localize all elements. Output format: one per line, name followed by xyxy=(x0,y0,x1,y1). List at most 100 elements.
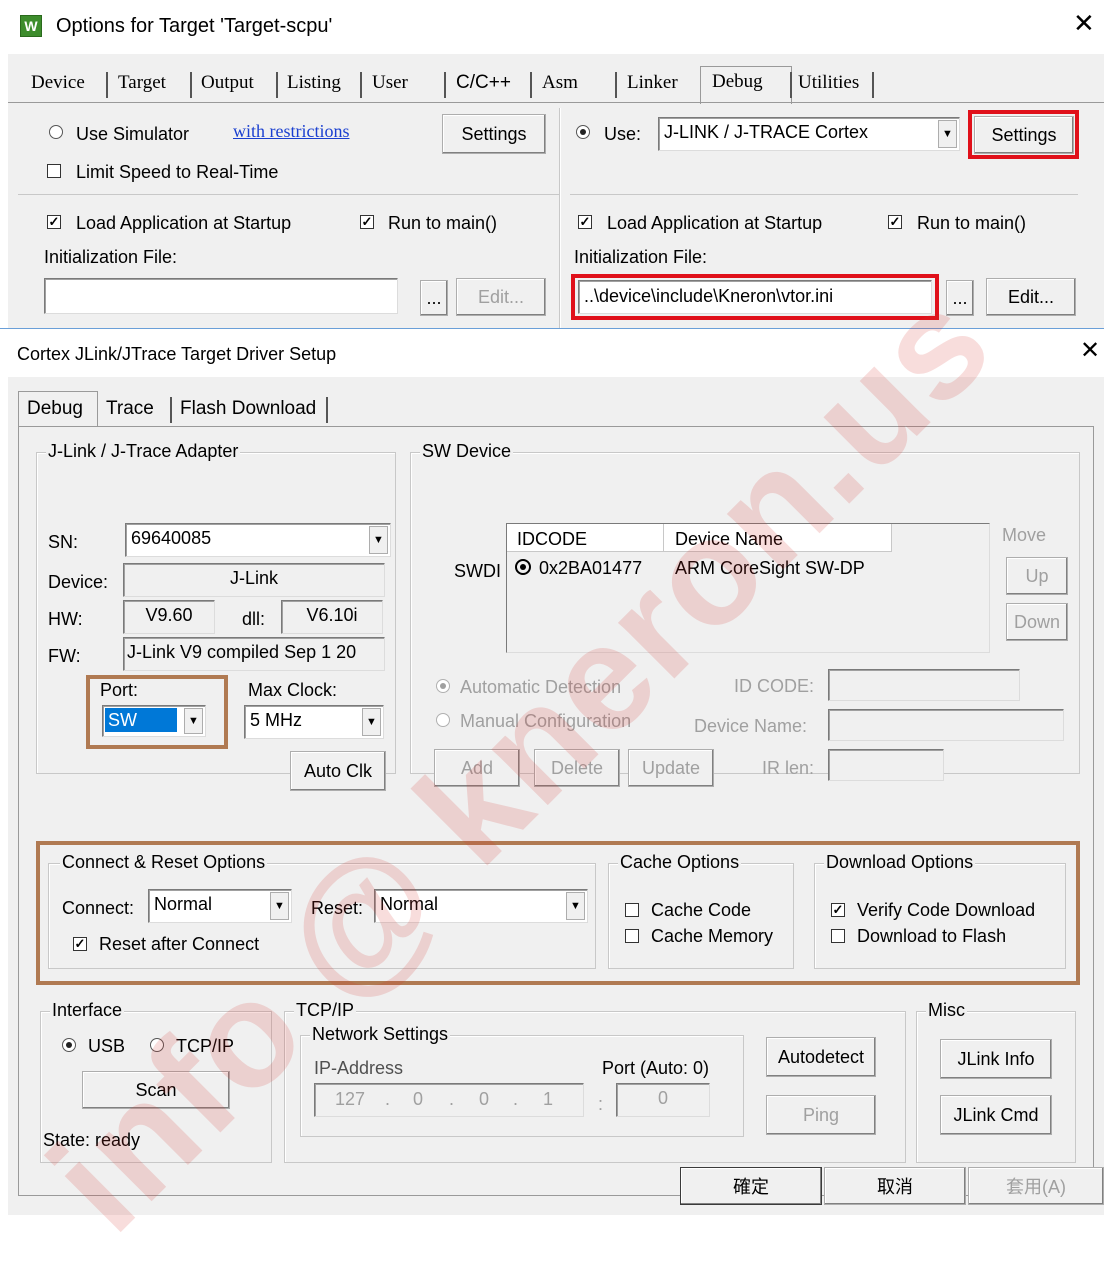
driver-tab-debug-label: Debug xyxy=(27,398,83,419)
auto-detect-radio[interactable] xyxy=(436,679,450,693)
sn-select[interactable]: 69640085 ▼ xyxy=(125,523,391,557)
driver-tab-trace[interactable]: Trace xyxy=(106,398,154,420)
use-simulator-radio[interactable] xyxy=(49,125,63,139)
ir-len-label: IR len: xyxy=(762,758,815,778)
close-icon[interactable]: ✕ xyxy=(1080,339,1100,363)
options-title: Options for Target 'Target-scpu' xyxy=(56,15,333,37)
options-dialog: W Options for Target 'Target-scpu' ✕ Dev… xyxy=(0,0,1104,328)
tab-target[interactable]: Target xyxy=(118,72,166,94)
jlink-cmd-button[interactable]: JLink Cmd xyxy=(940,1095,1052,1135)
apply-button[interactable]: 套用(A) xyxy=(968,1167,1104,1205)
debugger-select[interactable]: J-LINK / J-TRACE Cortex ▼ xyxy=(658,117,960,151)
sn-label: SN: xyxy=(48,532,79,552)
usb-radio[interactable] xyxy=(62,1038,76,1052)
hw-value: V9.60 xyxy=(123,600,215,634)
chevron-down-icon[interactable]: ▼ xyxy=(362,708,381,736)
driver-body: Debug Trace Flash Download J-Link / J-Tr… xyxy=(8,377,1104,1215)
row-device-name: ARM CoreSight SW-DP xyxy=(675,558,865,578)
ping-button[interactable]: Ping xyxy=(766,1095,876,1135)
init-file-highlight xyxy=(571,274,939,320)
chevron-down-icon[interactable]: ▼ xyxy=(938,120,957,148)
misc-group xyxy=(916,1011,1076,1163)
table-row[interactable]: 0x2BA01477 ARM CoreSight SW-DP xyxy=(507,554,891,582)
left-init-file-input[interactable] xyxy=(44,278,398,314)
options-body: Device Target Output Listing User C/C++ … xyxy=(8,54,1104,328)
options-tabbar: Device Target Output Listing User C/C++ … xyxy=(8,66,1104,104)
tab-separator xyxy=(106,72,108,98)
use-target-radio[interactable] xyxy=(576,125,590,139)
port-highlight xyxy=(86,675,228,749)
state-label: State: ready xyxy=(43,1130,141,1150)
left-load-app-checkbox[interactable]: ✓ xyxy=(47,215,61,229)
tcp-port-input[interactable]: 0 xyxy=(616,1083,710,1117)
chevron-down-icon[interactable]: ▼ xyxy=(369,526,388,554)
right-run-to-main-checkbox[interactable]: ✓ xyxy=(888,215,902,229)
add-button[interactable]: Add xyxy=(434,749,520,787)
sw-device-group-label: SW Device xyxy=(420,440,514,462)
left-run-to-main-checkbox[interactable]: ✓ xyxy=(360,215,374,229)
tab-output[interactable]: Output xyxy=(201,72,254,94)
tcpip-radio[interactable] xyxy=(150,1038,164,1052)
right-edit-button[interactable]: Edit... xyxy=(986,278,1076,316)
right-h-divider xyxy=(570,194,1078,195)
auto-clk-button[interactable]: Auto Clk xyxy=(290,751,386,791)
ir-len-input[interactable] xyxy=(828,749,944,781)
column-header-device-name[interactable]: Device Name xyxy=(675,528,783,550)
ip-dot: . xyxy=(513,1089,519,1109)
ok-button[interactable]: 確定 xyxy=(680,1167,822,1205)
right-browse-button[interactable]: ... xyxy=(946,280,974,316)
close-icon[interactable]: ✕ xyxy=(1073,10,1095,36)
tab-separator xyxy=(530,72,532,98)
tab-linker[interactable]: Linker xyxy=(627,72,678,94)
tab-device[interactable]: Device xyxy=(31,72,85,94)
tab-user[interactable]: User xyxy=(372,72,408,94)
tcpip-label: TCP/IP xyxy=(176,1036,235,1056)
column-header-idcode[interactable]: IDCODE xyxy=(517,528,587,550)
options-highlight xyxy=(36,841,1080,985)
update-button[interactable]: Update xyxy=(628,749,714,787)
device-value: J-Link xyxy=(123,563,385,597)
ip-address-input[interactable]: 127 . 0 . 0 . 1 xyxy=(314,1083,584,1117)
ip-part-1: 127 xyxy=(335,1089,366,1109)
options-titlebar: W Options for Target 'Target-scpu' ✕ xyxy=(0,0,1104,52)
scan-button[interactable]: Scan xyxy=(82,1071,230,1109)
move-down-button[interactable]: Down xyxy=(1006,603,1068,641)
indicator-dot xyxy=(520,564,526,570)
port-auto-label: Port (Auto: 0) xyxy=(602,1058,710,1078)
tab-separator xyxy=(276,72,278,98)
port-colon: : xyxy=(598,1094,604,1114)
left-browse-button[interactable]: ... xyxy=(420,280,448,316)
manual-config-label: Manual Configuration xyxy=(460,711,632,731)
move-up-button[interactable]: Up xyxy=(1006,557,1068,595)
autodetect-button[interactable]: Autodetect xyxy=(766,1037,876,1077)
tab-listing[interactable]: Listing xyxy=(287,72,341,94)
driver-tab-flash-download[interactable]: Flash Download xyxy=(180,398,316,420)
id-code-input[interactable] xyxy=(828,669,1020,701)
left-edit-button[interactable]: Edit... xyxy=(456,278,546,316)
device-name-input[interactable] xyxy=(828,709,1064,741)
tab-cpp[interactable]: C/C++ xyxy=(456,72,511,94)
max-clock-value: 5 MHz xyxy=(250,710,303,730)
simulator-settings-button[interactable]: Settings xyxy=(442,114,546,154)
driver-dialog: Cortex JLink/JTrace Target Driver Setup … xyxy=(0,329,1104,1215)
driver-titlebar: Cortex JLink/JTrace Target Driver Setup … xyxy=(0,329,1104,377)
hw-label: HW: xyxy=(48,609,83,629)
cancel-button[interactable]: 取消 xyxy=(824,1167,966,1205)
delete-button[interactable]: Delete xyxy=(534,749,620,787)
ip-part-4: 1 xyxy=(543,1089,554,1109)
ip-dot: . xyxy=(385,1089,391,1109)
tab-utilities[interactable]: Utilities xyxy=(798,72,859,94)
tab-debug-active[interactable]: Debug xyxy=(700,66,792,104)
limit-speed-checkbox[interactable] xyxy=(47,164,61,178)
right-load-app-checkbox[interactable]: ✓ xyxy=(578,215,592,229)
jlink-info-button[interactable]: JLink Info xyxy=(940,1039,1052,1079)
manual-config-radio[interactable] xyxy=(436,713,450,727)
tab-content-border xyxy=(8,102,1104,103)
ip-part-3: 0 xyxy=(479,1089,490,1109)
driver-tab-debug[interactable]: Debug xyxy=(18,391,98,427)
max-clock-label: Max Clock: xyxy=(248,680,338,700)
max-clock-select[interactable]: 5 MHz ▼ xyxy=(244,705,384,739)
tab-asm[interactable]: Asm xyxy=(542,72,578,94)
right-load-app-label: Load Application at Startup xyxy=(607,213,823,233)
with-restrictions-link[interactable]: with restrictions xyxy=(233,120,349,142)
